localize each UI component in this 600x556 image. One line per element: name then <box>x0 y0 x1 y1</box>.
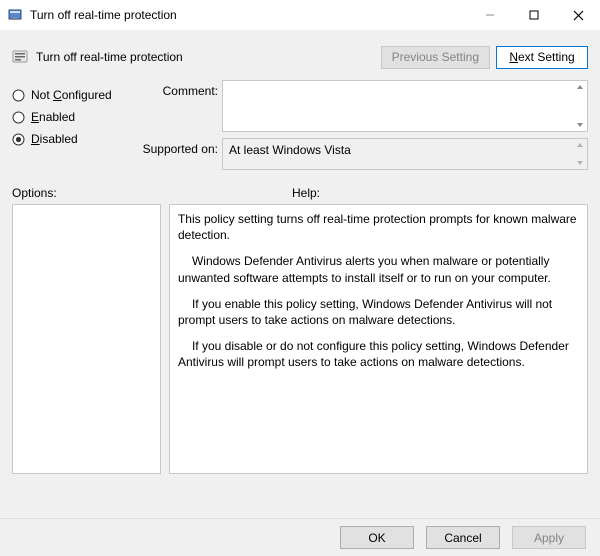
options-label: Options: <box>12 186 292 200</box>
comment-label: Comment: <box>142 80 222 98</box>
help-paragraph: If you disable or do not configure this … <box>178 338 579 370</box>
window-buttons <box>468 0 600 30</box>
app-icon <box>8 7 24 23</box>
help-label: Help: <box>292 186 588 200</box>
help-pane[interactable]: This policy setting turns off real-time … <box>169 204 588 474</box>
supported-on-label: Supported on: <box>142 138 222 156</box>
cancel-button[interactable]: Cancel <box>426 526 500 549</box>
supported-scroll-down <box>574 158 586 168</box>
close-button[interactable] <box>556 0 600 30</box>
radio-disabled[interactable]: Disabled <box>12 128 132 150</box>
options-pane[interactable] <box>12 204 161 474</box>
policy-name: Turn off real-time protection <box>36 50 375 64</box>
window-title: Turn off real-time protection <box>30 8 468 22</box>
apply-button: Apply <box>512 526 586 549</box>
ok-button[interactable]: OK <box>340 526 414 549</box>
comment-scroll-down[interactable] <box>574 120 586 130</box>
radio-enabled[interactable]: Enabled <box>12 106 132 128</box>
comment-scroll-up[interactable] <box>574 82 586 92</box>
help-paragraph: If you enable this policy setting, Windo… <box>178 296 579 328</box>
policy-icon <box>12 49 28 65</box>
radio-not-configured[interactable]: Not Configured <box>12 84 132 106</box>
previous-setting-button: Previous Setting <box>381 46 490 69</box>
maximize-button[interactable] <box>512 0 556 30</box>
supported-scroll-up <box>574 140 586 150</box>
comment-input[interactable] <box>222 80 588 132</box>
help-paragraph: This policy setting turns off real-time … <box>178 211 579 243</box>
titlebar: Turn off real-time protection <box>0 0 600 30</box>
policy-header: Turn off real-time protection Previous S… <box>12 40 588 74</box>
next-setting-button[interactable]: Next Setting <box>496 46 588 69</box>
minimize-button[interactable] <box>468 0 512 30</box>
supported-on-field: At least Windows Vista <box>222 138 588 170</box>
help-paragraph: Windows Defender Antivirus alerts you wh… <box>178 253 579 285</box>
dialog-footer: OK Cancel Apply <box>0 518 600 556</box>
